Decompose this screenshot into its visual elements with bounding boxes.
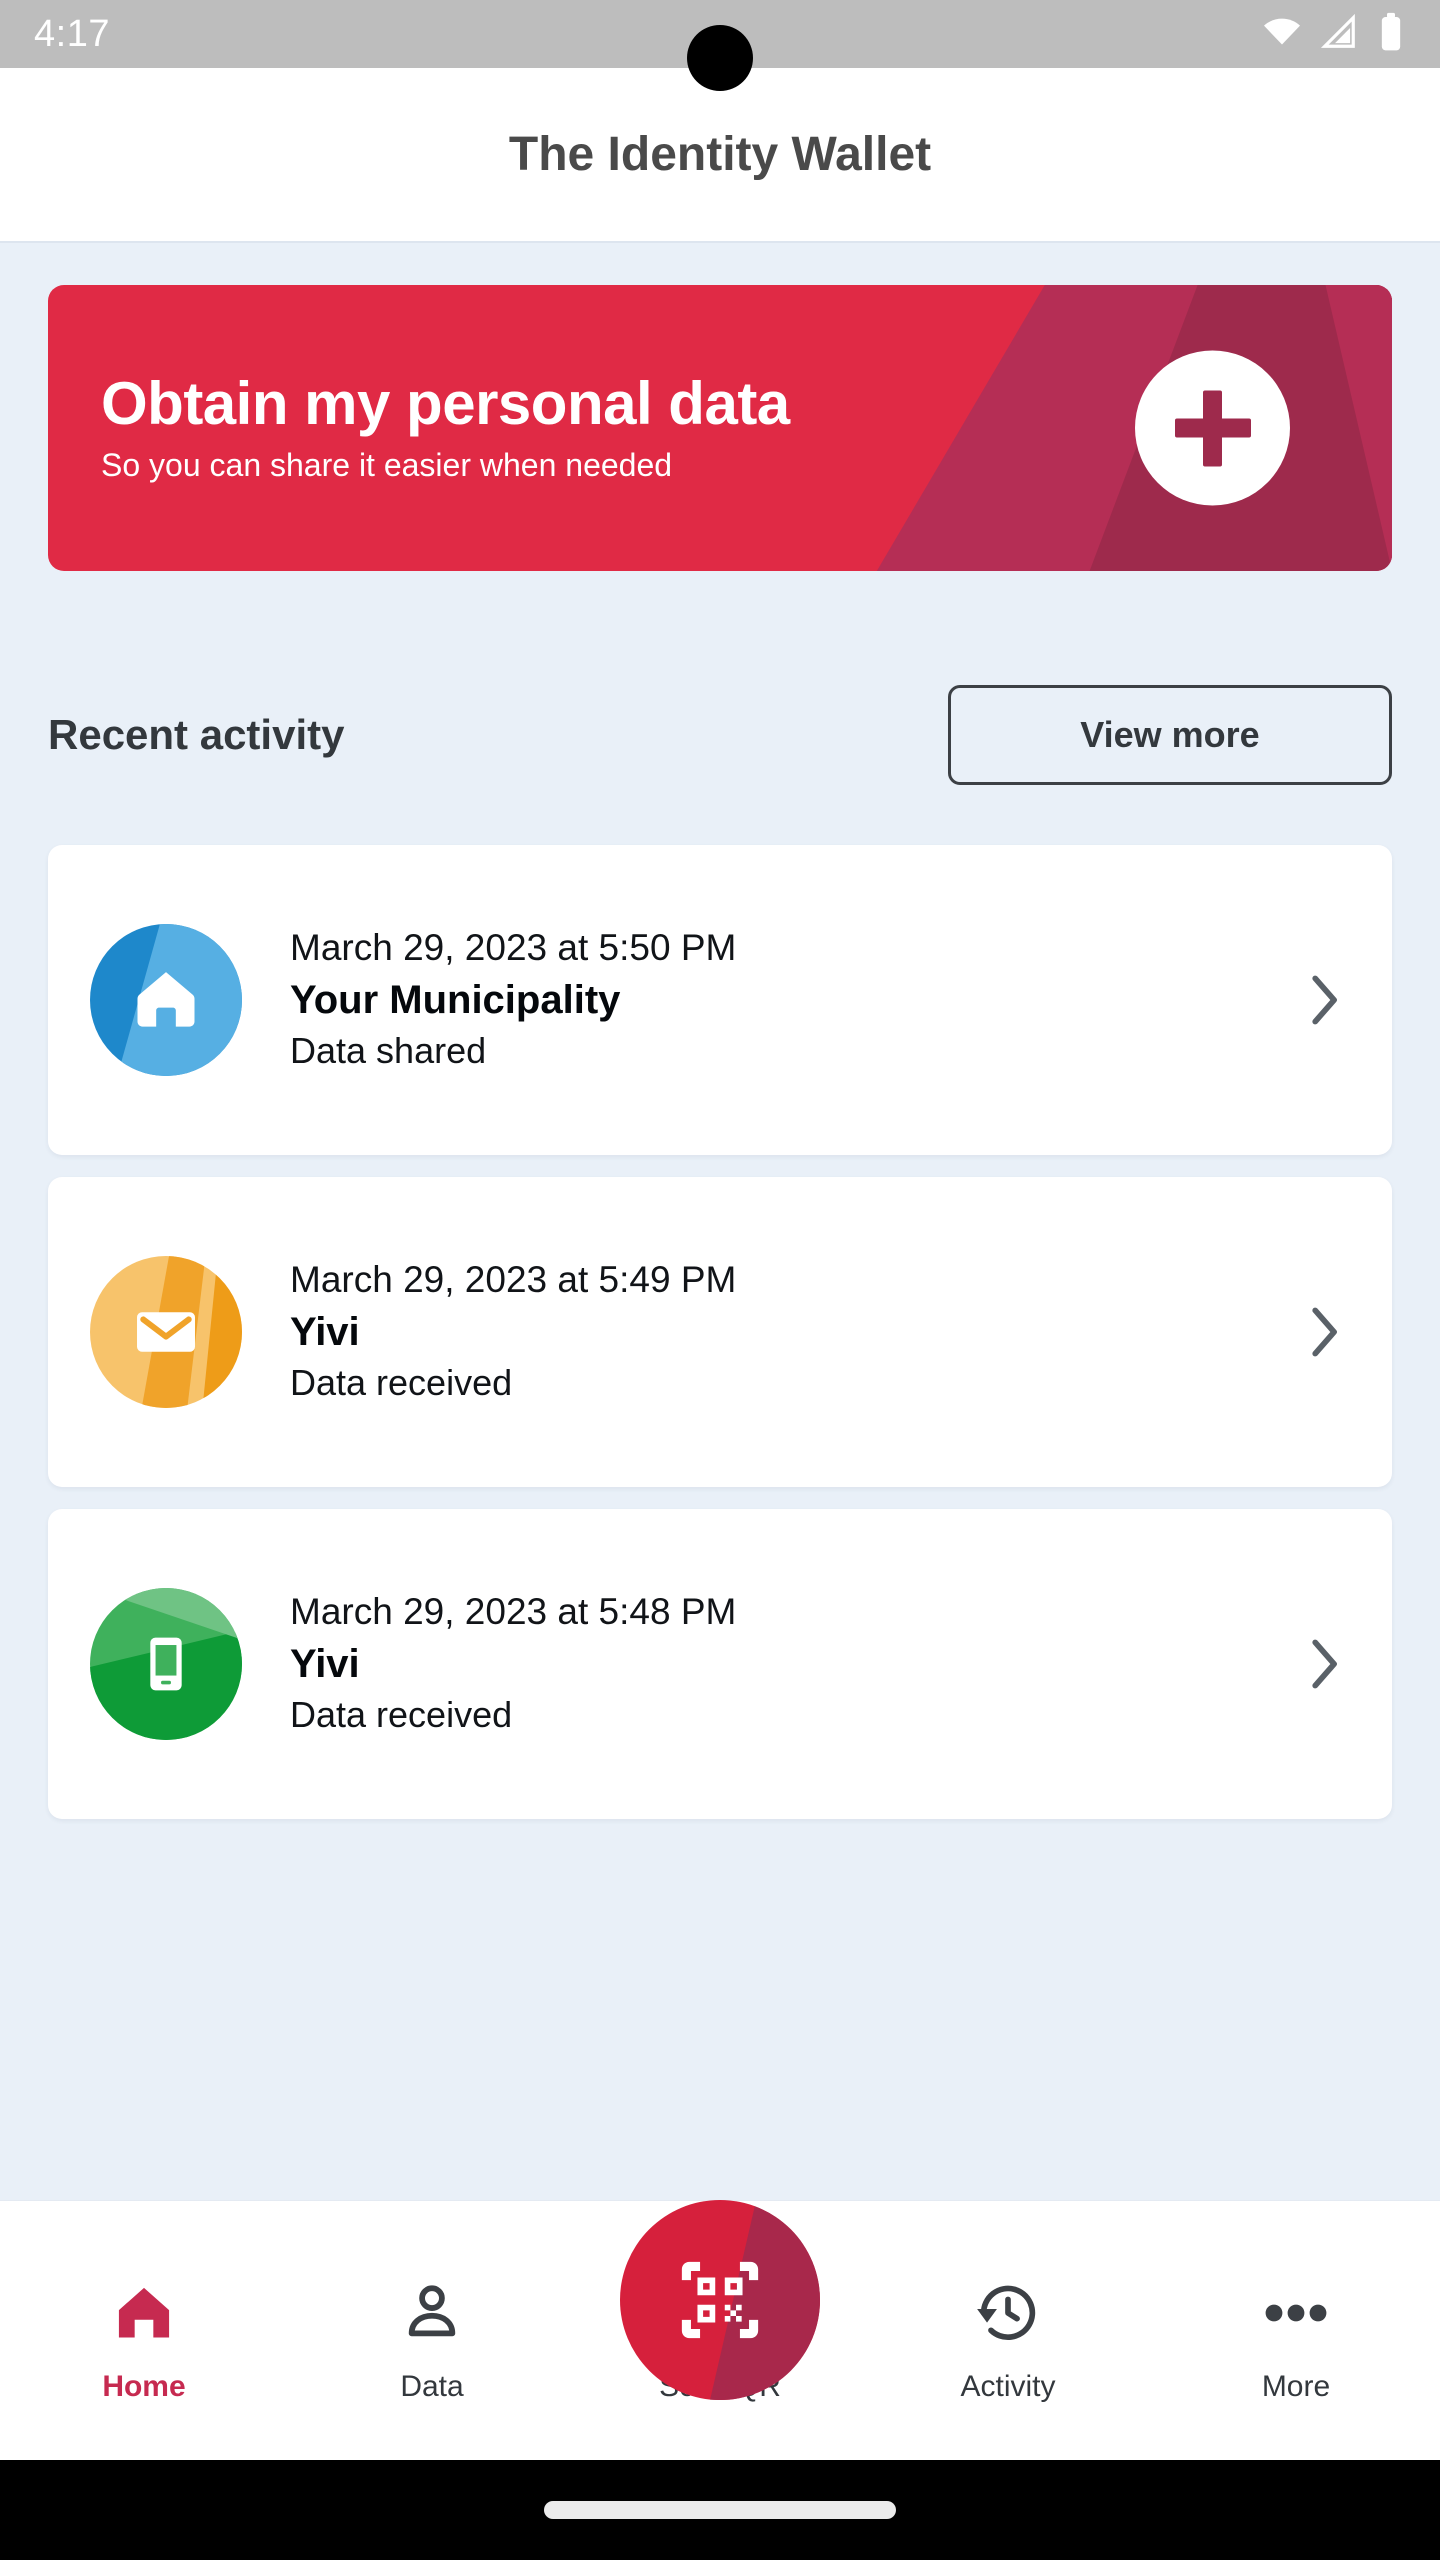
nav-item-data[interactable]: Data (288, 2200, 576, 2460)
wifi-icon (1262, 12, 1302, 57)
activity-card-yivi-mail[interactable]: March 29, 2023 at 5:49 PM Yivi Data rece… (48, 1177, 1392, 1487)
nav-item-home[interactable]: Home (0, 2200, 288, 2460)
recent-activity-title: Recent activity (48, 711, 345, 758)
status-bar-clock: 4:17 (34, 12, 110, 55)
activity-card-municipality[interactable]: March 29, 2023 at 5:50 PM Your Municipal… (48, 845, 1392, 1155)
activity-name: Yivi (290, 1641, 360, 1686)
cellular-signal-icon (1320, 13, 1358, 56)
add-data-button[interactable] (1135, 350, 1290, 506)
banner-title: Obtain my personal data (101, 370, 790, 437)
history-clock-icon (974, 2270, 1042, 2356)
camera-punch-hole (687, 25, 753, 91)
chevron-right-icon[interactable] (1306, 1305, 1346, 1359)
chevron-right-icon[interactable] (1306, 1637, 1346, 1691)
envelope-icon (137, 1312, 195, 1352)
obtain-personal-data-banner[interactable]: Obtain my personal data So you can share… (48, 285, 1392, 571)
nav-label-activity: Activity (960, 2370, 1056, 2403)
home-icon (109, 2270, 179, 2356)
house-icon (137, 972, 195, 1027)
activity-status: Data received (290, 1693, 513, 1735)
activity-status: Data received (290, 1361, 513, 1403)
phone-screen: 4:17 The Identity Wallet Obtain my perso… (0, 0, 1440, 2560)
banner-text-group: Obtain my personal data So you can share… (48, 372, 790, 484)
main-content: Obtain my personal data So you can share… (0, 243, 1440, 2200)
banner-subtitle: So you can share it easier when needed (101, 447, 673, 483)
view-more-button[interactable]: View more (948, 685, 1392, 785)
gesture-navigation-bar (0, 2460, 1440, 2560)
activity-status: Data shared (290, 1029, 487, 1071)
smartphone-icon (150, 1637, 182, 1691)
app-header: The Identity Wallet (0, 68, 1440, 243)
nav-item-more[interactable]: More (1152, 2200, 1440, 2460)
avatar (90, 924, 242, 1076)
recent-activity-header: Recent activity View more (48, 683, 1392, 787)
activity-card-yivi-device[interactable]: March 29, 2023 at 5:48 PM Yivi Data rece… (48, 1509, 1392, 1819)
activity-card-text: March 29, 2023 at 5:49 PM Yivi Data rece… (242, 1257, 1306, 1406)
nav-item-activity[interactable]: Activity (864, 2200, 1152, 2460)
gesture-handle[interactable] (544, 2501, 896, 2519)
activity-date: March 29, 2023 at 5:50 PM (290, 927, 737, 969)
ellipsis-icon (1264, 2270, 1328, 2356)
nav-label-more: More (1261, 2370, 1331, 2403)
activity-card-text: March 29, 2023 at 5:48 PM Yivi Data rece… (242, 1589, 1306, 1738)
battery-icon (1376, 12, 1406, 57)
page-title: The Identity Wallet (508, 128, 932, 181)
status-bar-icons (1262, 12, 1406, 57)
activity-date: March 29, 2023 at 5:48 PM (290, 1591, 737, 1633)
person-icon (399, 2270, 465, 2356)
nav-label-home: Home (102, 2370, 186, 2403)
avatar (90, 1588, 242, 1740)
qr-code-icon (681, 2261, 759, 2339)
activity-list: March 29, 2023 at 5:50 PM Your Municipal… (48, 845, 1392, 1819)
activity-card-text: March 29, 2023 at 5:50 PM Your Municipal… (242, 925, 1306, 1074)
nav-label-data: Data (400, 2370, 464, 2403)
avatar (90, 1256, 242, 1408)
chevron-right-icon[interactable] (1306, 973, 1346, 1027)
plus-icon-vertical (1203, 390, 1222, 466)
activity-date: March 29, 2023 at 5:49 PM (290, 1259, 737, 1301)
scan-qr-button[interactable] (620, 2200, 820, 2400)
activity-name: Your Municipality (290, 977, 621, 1022)
activity-name: Yivi (290, 1309, 360, 1354)
